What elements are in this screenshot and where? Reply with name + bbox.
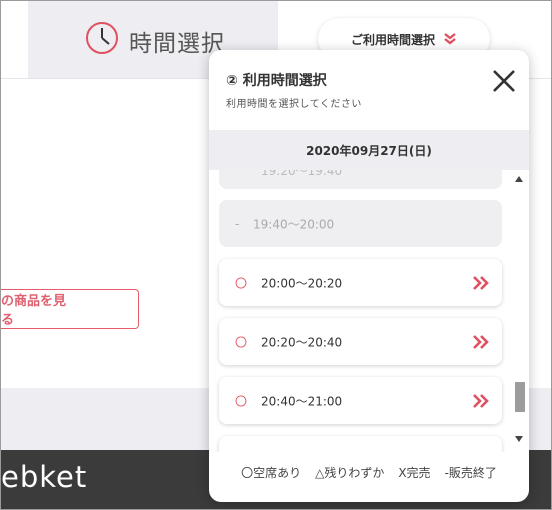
time-slot[interactable]: 〇 20:00〜20:20 [219,259,502,306]
availability-legend: 〇空席あり △残りわずか X完売 -販売終了 [209,452,529,492]
close-icon[interactable] [489,66,519,96]
legend-ended: -販売終了 [444,465,497,480]
availability-mark: 〇 [235,394,248,408]
time-slot-time: 19:40〜20:00 [253,217,335,231]
scrollbar[interactable] [511,170,529,452]
clock-icon [86,22,118,54]
double-chevron-down-icon [444,33,456,45]
time-slot[interactable]: 〇 20:20〜20:40 [219,318,502,365]
time-slot-time: 19:20〜19:40 [261,170,343,178]
time-slot: - 19:40〜20:00 [219,200,502,247]
time-slot-time: 20:00〜20:20 [261,276,343,290]
scrollbar-thumb[interactable] [515,382,525,412]
double-chevron-right-icon [473,334,489,349]
legend-soldout: X完売 [398,465,431,480]
modal-subtitle: 利用時間を選択してください [226,99,362,110]
double-chevron-right-icon [473,393,489,408]
footer-logo: ebket [1,460,88,494]
background-left-tab [1,0,29,78]
time-slot-next-partial[interactable] [219,436,502,452]
time-slot-partial: 19:20〜19:40 [219,170,502,189]
modal-title: ② 利用時間選択 [226,73,327,89]
double-chevron-right-icon [473,275,489,290]
time-slot[interactable]: 〇 20:40〜21:00 [219,377,502,424]
time-slot-time: 20:40〜21:00 [261,394,343,408]
selected-date: 2020年09月27日(日) [306,143,432,158]
time-slot-time: 20:20〜20:40 [261,335,343,349]
time-slot-list[interactable]: 19:20〜19:40 - 19:40〜20:00 〇 20:00〜20:20 … [209,170,529,452]
selected-date-bar: 2020年09月27日(日) [209,130,529,170]
time-select-dropdown-label: ご利用時間選択 [350,32,435,47]
availability-mark: - [235,216,240,231]
view-products-label: の商品を見る [1,294,67,328]
time-select-tab-label: 時間選択 [129,31,225,57]
legend-vacant: 〇空席あり [241,465,302,480]
availability-mark: 〇 [235,276,248,290]
scroll-up-arrow-icon[interactable] [515,176,523,182]
legend-few: △残りわずか [315,465,385,480]
time-select-modal: ② 利用時間選択 利用時間を選択してください 2020年09月27日(日) 19… [209,50,529,502]
view-products-button[interactable]: の商品を見る [1,289,139,329]
scroll-down-arrow-icon[interactable] [515,436,523,442]
availability-mark: 〇 [235,335,248,349]
